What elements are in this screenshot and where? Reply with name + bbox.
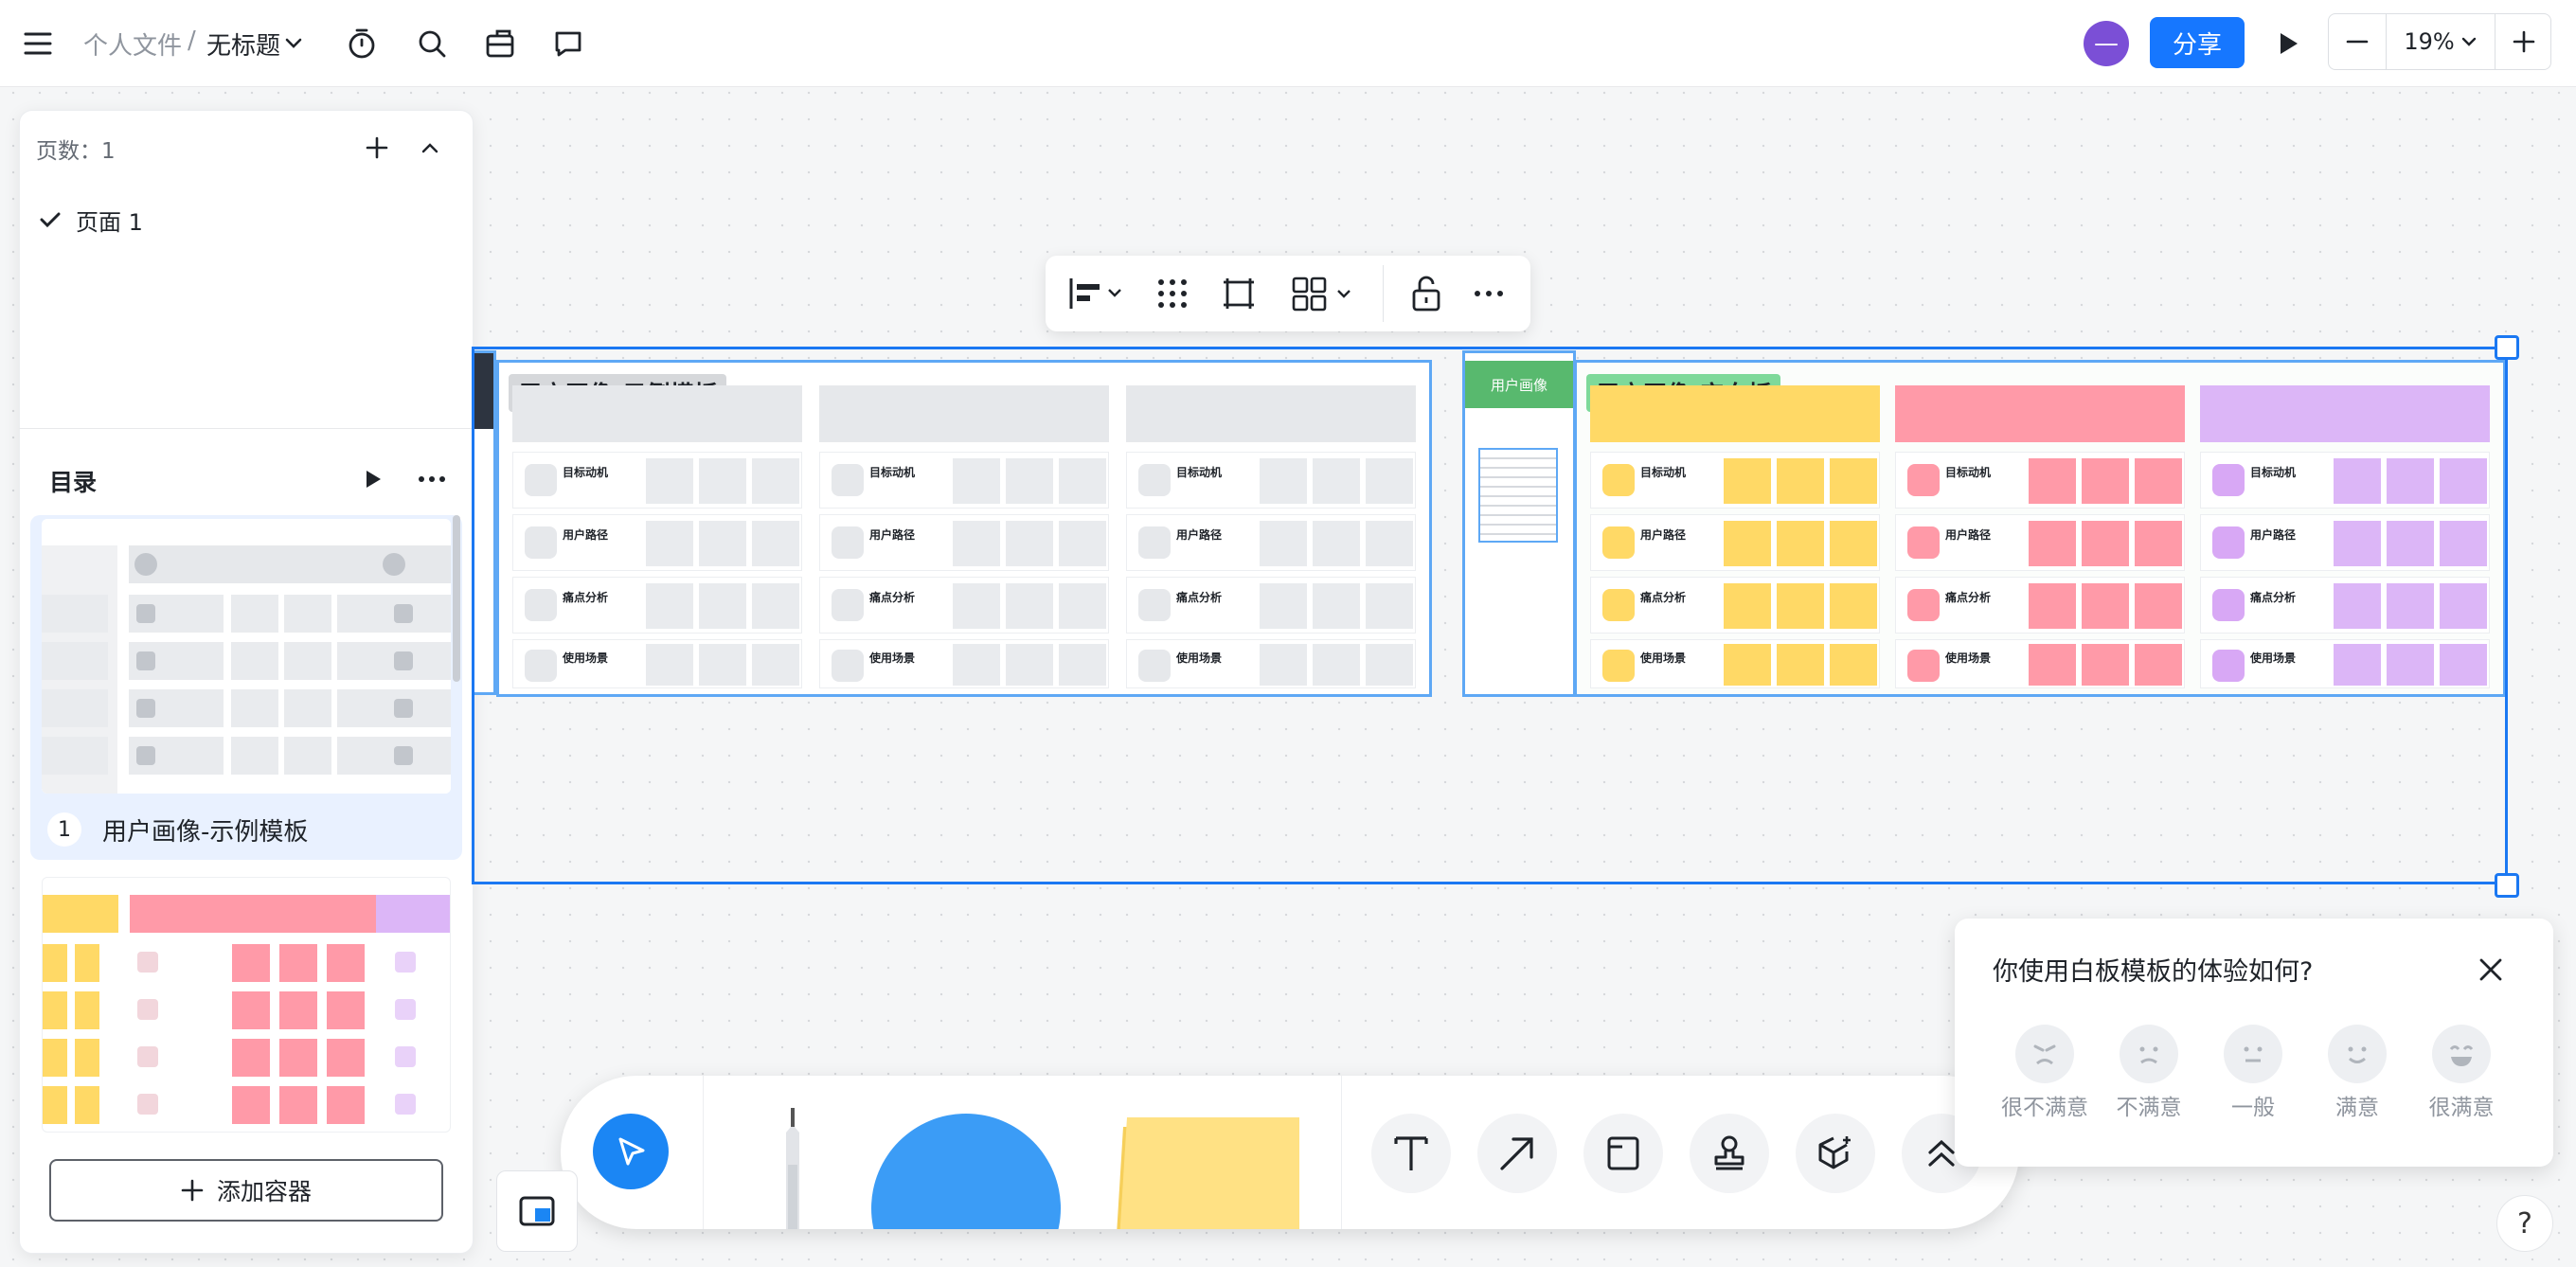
timer-icon[interactable]	[337, 19, 386, 68]
toc-item-index: 1	[47, 812, 81, 847]
neutral-face-icon	[2224, 1025, 2282, 1083]
selection-toolbar	[1046, 256, 1530, 331]
toc-play-icon[interactable]	[354, 460, 392, 498]
toolbar-divider	[1341, 1076, 1342, 1229]
sticky-note-tool-icon[interactable]	[1110, 1117, 1299, 1229]
toolbar-divider	[1383, 265, 1384, 322]
stamp-tool-icon[interactable]	[1690, 1114, 1769, 1193]
rating-label: 满意	[2335, 1096, 2379, 1120]
angry-face-icon	[2015, 1025, 2074, 1083]
panel-scrollbar[interactable]	[453, 515, 460, 682]
breadcrumb-separator: /	[188, 27, 196, 55]
page-count: 页数：1	[36, 139, 116, 164]
survey-question: 你使用白板模板的体验如何?	[1993, 957, 2314, 987]
minimap-toggle-icon[interactable]	[496, 1170, 578, 1252]
select-cursor-icon[interactable]	[593, 1114, 669, 1189]
rating-neutral[interactable]: 一般	[2196, 1025, 2310, 1138]
zoom-out-icon[interactable]	[2329, 14, 2386, 69]
share-button[interactable]: 分享	[2150, 17, 2245, 68]
toc-item-label[interactable]: 用户画像-示例模板	[102, 812, 308, 848]
smile-face-icon	[2328, 1025, 2387, 1083]
search-icon[interactable]	[407, 19, 456, 68]
resize-handle-bottom-right[interactable]	[2495, 873, 2519, 898]
add-page-icon[interactable]	[358, 129, 396, 167]
grin-face-icon	[2432, 1025, 2491, 1083]
creation-toolbar	[561, 1076, 2019, 1229]
sad-face-icon	[2120, 1025, 2178, 1083]
more-options-icon[interactable]	[1466, 271, 1512, 316]
shape-tool-icon[interactable]	[871, 1114, 1061, 1229]
rating-dissatisfied[interactable]: 不满意	[2092, 1025, 2206, 1138]
template-library-icon[interactable]	[475, 19, 525, 68]
unlock-icon[interactable]	[1404, 271, 1449, 316]
grid-dots-icon[interactable]	[1150, 271, 1195, 316]
avatar[interactable]: —	[2084, 21, 2129, 66]
rating-label: 一般	[2231, 1096, 2275, 1120]
more-icon[interactable]	[413, 460, 451, 498]
layout-grid-icon[interactable]	[1286, 271, 1362, 316]
rating-label: 很满意	[2428, 1096, 2495, 1120]
comment-icon[interactable]	[544, 19, 593, 68]
rating-label: 不满意	[2116, 1096, 2182, 1120]
toolbar-divider	[703, 1076, 704, 1229]
zoom-control: 19%	[2328, 13, 2551, 70]
connector-arrow-icon[interactable]	[1477, 1114, 1557, 1193]
pen-tool-icon[interactable]	[782, 1108, 803, 1229]
add-container-label: 添加容器	[216, 1178, 312, 1205]
help-button[interactable]: ?	[2496, 1195, 2553, 1252]
rating-label: 很不满意	[2001, 1096, 2088, 1120]
page-item[interactable]: 页面 1	[40, 199, 419, 241]
page-item-label: 页面 1	[76, 208, 143, 236]
chevron-down-icon[interactable]	[282, 32, 305, 55]
close-icon[interactable]	[2470, 949, 2512, 990]
text-tool-icon[interactable]	[1371, 1114, 1451, 1193]
check-icon	[40, 212, 61, 228]
panel-divider	[19, 428, 474, 429]
add-container-button[interactable]: 添加容器	[49, 1159, 443, 1222]
collapse-pages-icon[interactable]	[411, 129, 449, 167]
toc-title: 目录	[49, 469, 98, 496]
rating-satisfied[interactable]: 满意	[2300, 1025, 2414, 1138]
doc-title[interactable]: 无标题	[206, 27, 280, 62]
zoom-level[interactable]: 19%	[2386, 14, 2496, 69]
frame-tool-icon[interactable]	[1583, 1114, 1663, 1193]
rating-very-dissatisfied[interactable]: 很不满意	[1988, 1025, 2102, 1138]
resize-handle-top-right[interactable]	[2495, 335, 2519, 360]
menu-icon[interactable]	[13, 19, 63, 68]
zoom-in-icon[interactable]	[2496, 14, 2552, 69]
toc-item-thumbnail-2[interactable]	[42, 877, 451, 1133]
frame-fit-icon[interactable]	[1216, 271, 1261, 316]
rating-very-satisfied[interactable]: 很满意	[2405, 1025, 2518, 1138]
plus-icon	[181, 1179, 204, 1202]
zoom-value: 19%	[2404, 28, 2455, 55]
align-icon[interactable]	[1063, 271, 1131, 316]
ai-cube-icon[interactable]	[1796, 1114, 1875, 1193]
present-play-icon[interactable]	[2263, 19, 2313, 68]
breadcrumb-parent[interactable]: 个人文件	[83, 27, 182, 62]
toc-item-thumbnail	[42, 519, 451, 794]
selection-box[interactable]	[472, 347, 2508, 884]
